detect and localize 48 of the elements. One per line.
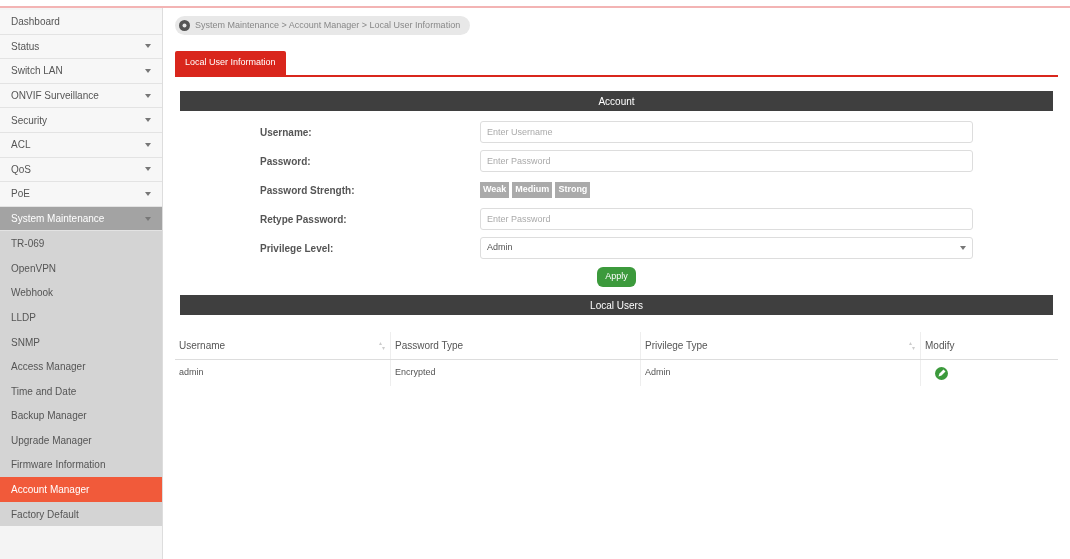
strength-indicator: Weak	[480, 182, 510, 198]
sidebar-subitem[interactable]: Webhook	[0, 280, 162, 306]
sidebar-subitem[interactable]: TR-069	[0, 231, 162, 256]
caret-icon	[145, 118, 151, 123]
table-cell: Admin	[640, 360, 920, 386]
table-cell: Encrypted	[390, 360, 640, 386]
caret-icon	[145, 69, 151, 73]
sidebar-subitem[interactable]: Access Manager	[0, 354, 162, 379]
sidebar-subitem[interactable]: Factory Default	[0, 501, 162, 527]
sidebar-subitem[interactable]: Backup Manager	[0, 403, 162, 429]
input-field[interactable]: Enter Password	[480, 208, 973, 230]
input-field[interactable]: Enter Password	[480, 150, 973, 172]
input-field[interactable]: Enter Username	[480, 121, 973, 143]
sidebar-subitem[interactable]: OpenVPN	[0, 255, 162, 281]
column-header[interactable]: Password Type	[390, 332, 640, 359]
caret-icon	[145, 44, 151, 49]
column-header[interactable]: Modify	[920, 332, 1058, 359]
field-label: Password:	[260, 154, 312, 169]
caret-icon	[145, 167, 151, 172]
tab[interactable]: Local User Information	[175, 51, 286, 75]
strength-indicator: Strong	[555, 182, 591, 198]
breadcrumb-path: System Maintenance > Account Manager > Local User Information	[195, 18, 461, 32]
caret-icon	[145, 191, 151, 196]
sort-icon[interactable]	[378, 340, 386, 351]
sidebar-subitem[interactable]: Account Manager	[0, 477, 162, 502]
section-header: Local Users	[180, 295, 1053, 315]
apply-button[interactable]: Apply	[597, 267, 636, 287]
strength-indicator: Medium	[512, 182, 553, 198]
caret-icon	[145, 142, 151, 147]
select-field[interactable]: Admin	[480, 237, 973, 259]
field-label: Password Strength:	[260, 183, 356, 198]
caret-icon	[145, 216, 151, 221]
table-cell-text: admin	[178, 366, 205, 380]
field-label: Username:	[260, 125, 313, 140]
sidebar-subitem[interactable]: Time and Date	[0, 378, 162, 404]
sort-icon[interactable]	[908, 340, 916, 351]
sidebar-subitem[interactable]: Firmware Information	[0, 452, 162, 478]
caret-icon	[145, 93, 151, 98]
edit-icon[interactable]	[935, 366, 948, 380]
column-header[interactable]: Username	[175, 332, 390, 359]
sidebar-subitem[interactable]: SNMP	[0, 329, 162, 355]
sidebar-subitem[interactable]: Upgrade Manager	[0, 428, 162, 453]
field-label: Privilege Level:	[260, 241, 335, 256]
section-header: Account	[180, 91, 1053, 111]
sidebar-subitem[interactable]: LLDP	[0, 305, 162, 330]
column-header[interactable]: Privilege Type	[640, 332, 920, 359]
field-label: Retype Password:	[260, 212, 348, 227]
caret-icon	[960, 246, 966, 250]
